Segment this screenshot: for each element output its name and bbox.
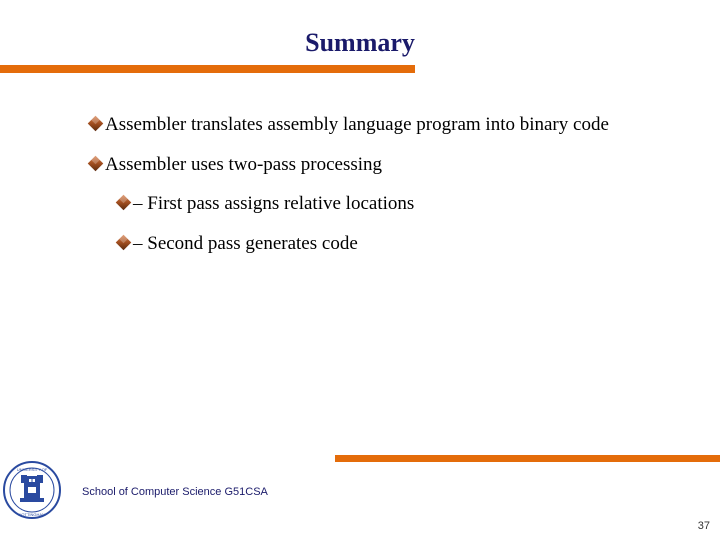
diamond-bullet-icon: [116, 195, 132, 211]
diamond-bullet-icon: [88, 116, 104, 132]
diamond-bullet-icon: [116, 235, 132, 251]
bullet-text: – First pass assigns relative locations: [133, 191, 414, 217]
slide-title: Summary: [0, 28, 720, 58]
bullet-sub-item: – First pass assigns relative locations: [118, 191, 670, 217]
bullet-item: Assembler translates assembly language p…: [90, 112, 670, 138]
title-underline: [0, 65, 415, 73]
bullet-text: – Second pass generates code: [133, 231, 358, 257]
bullet-text: Assembler translates assembly language p…: [105, 112, 609, 138]
content-area: Assembler translates assembly language p…: [90, 112, 670, 271]
footer-accent-bar: [335, 455, 720, 462]
bullet-text: Assembler uses two-pass processing: [105, 152, 382, 178]
page-number: 37: [698, 520, 710, 532]
svg-text:UNIVERSITY OF: UNIVERSITY OF: [17, 467, 48, 472]
bullet-sub-item: – Second pass generates code: [118, 231, 670, 257]
diamond-bullet-icon: [88, 155, 104, 171]
slide: Summary Assembler translates assembly la…: [0, 0, 720, 540]
footer-text: School of Computer Science G51CSA: [82, 486, 268, 498]
svg-text:NOTTINGHAM: NOTTINGHAM: [19, 512, 46, 517]
bullet-item: Assembler uses two-pass processing: [90, 152, 670, 178]
institution-logo: UNIVERSITY OF NOTTINGHAM: [2, 460, 62, 520]
